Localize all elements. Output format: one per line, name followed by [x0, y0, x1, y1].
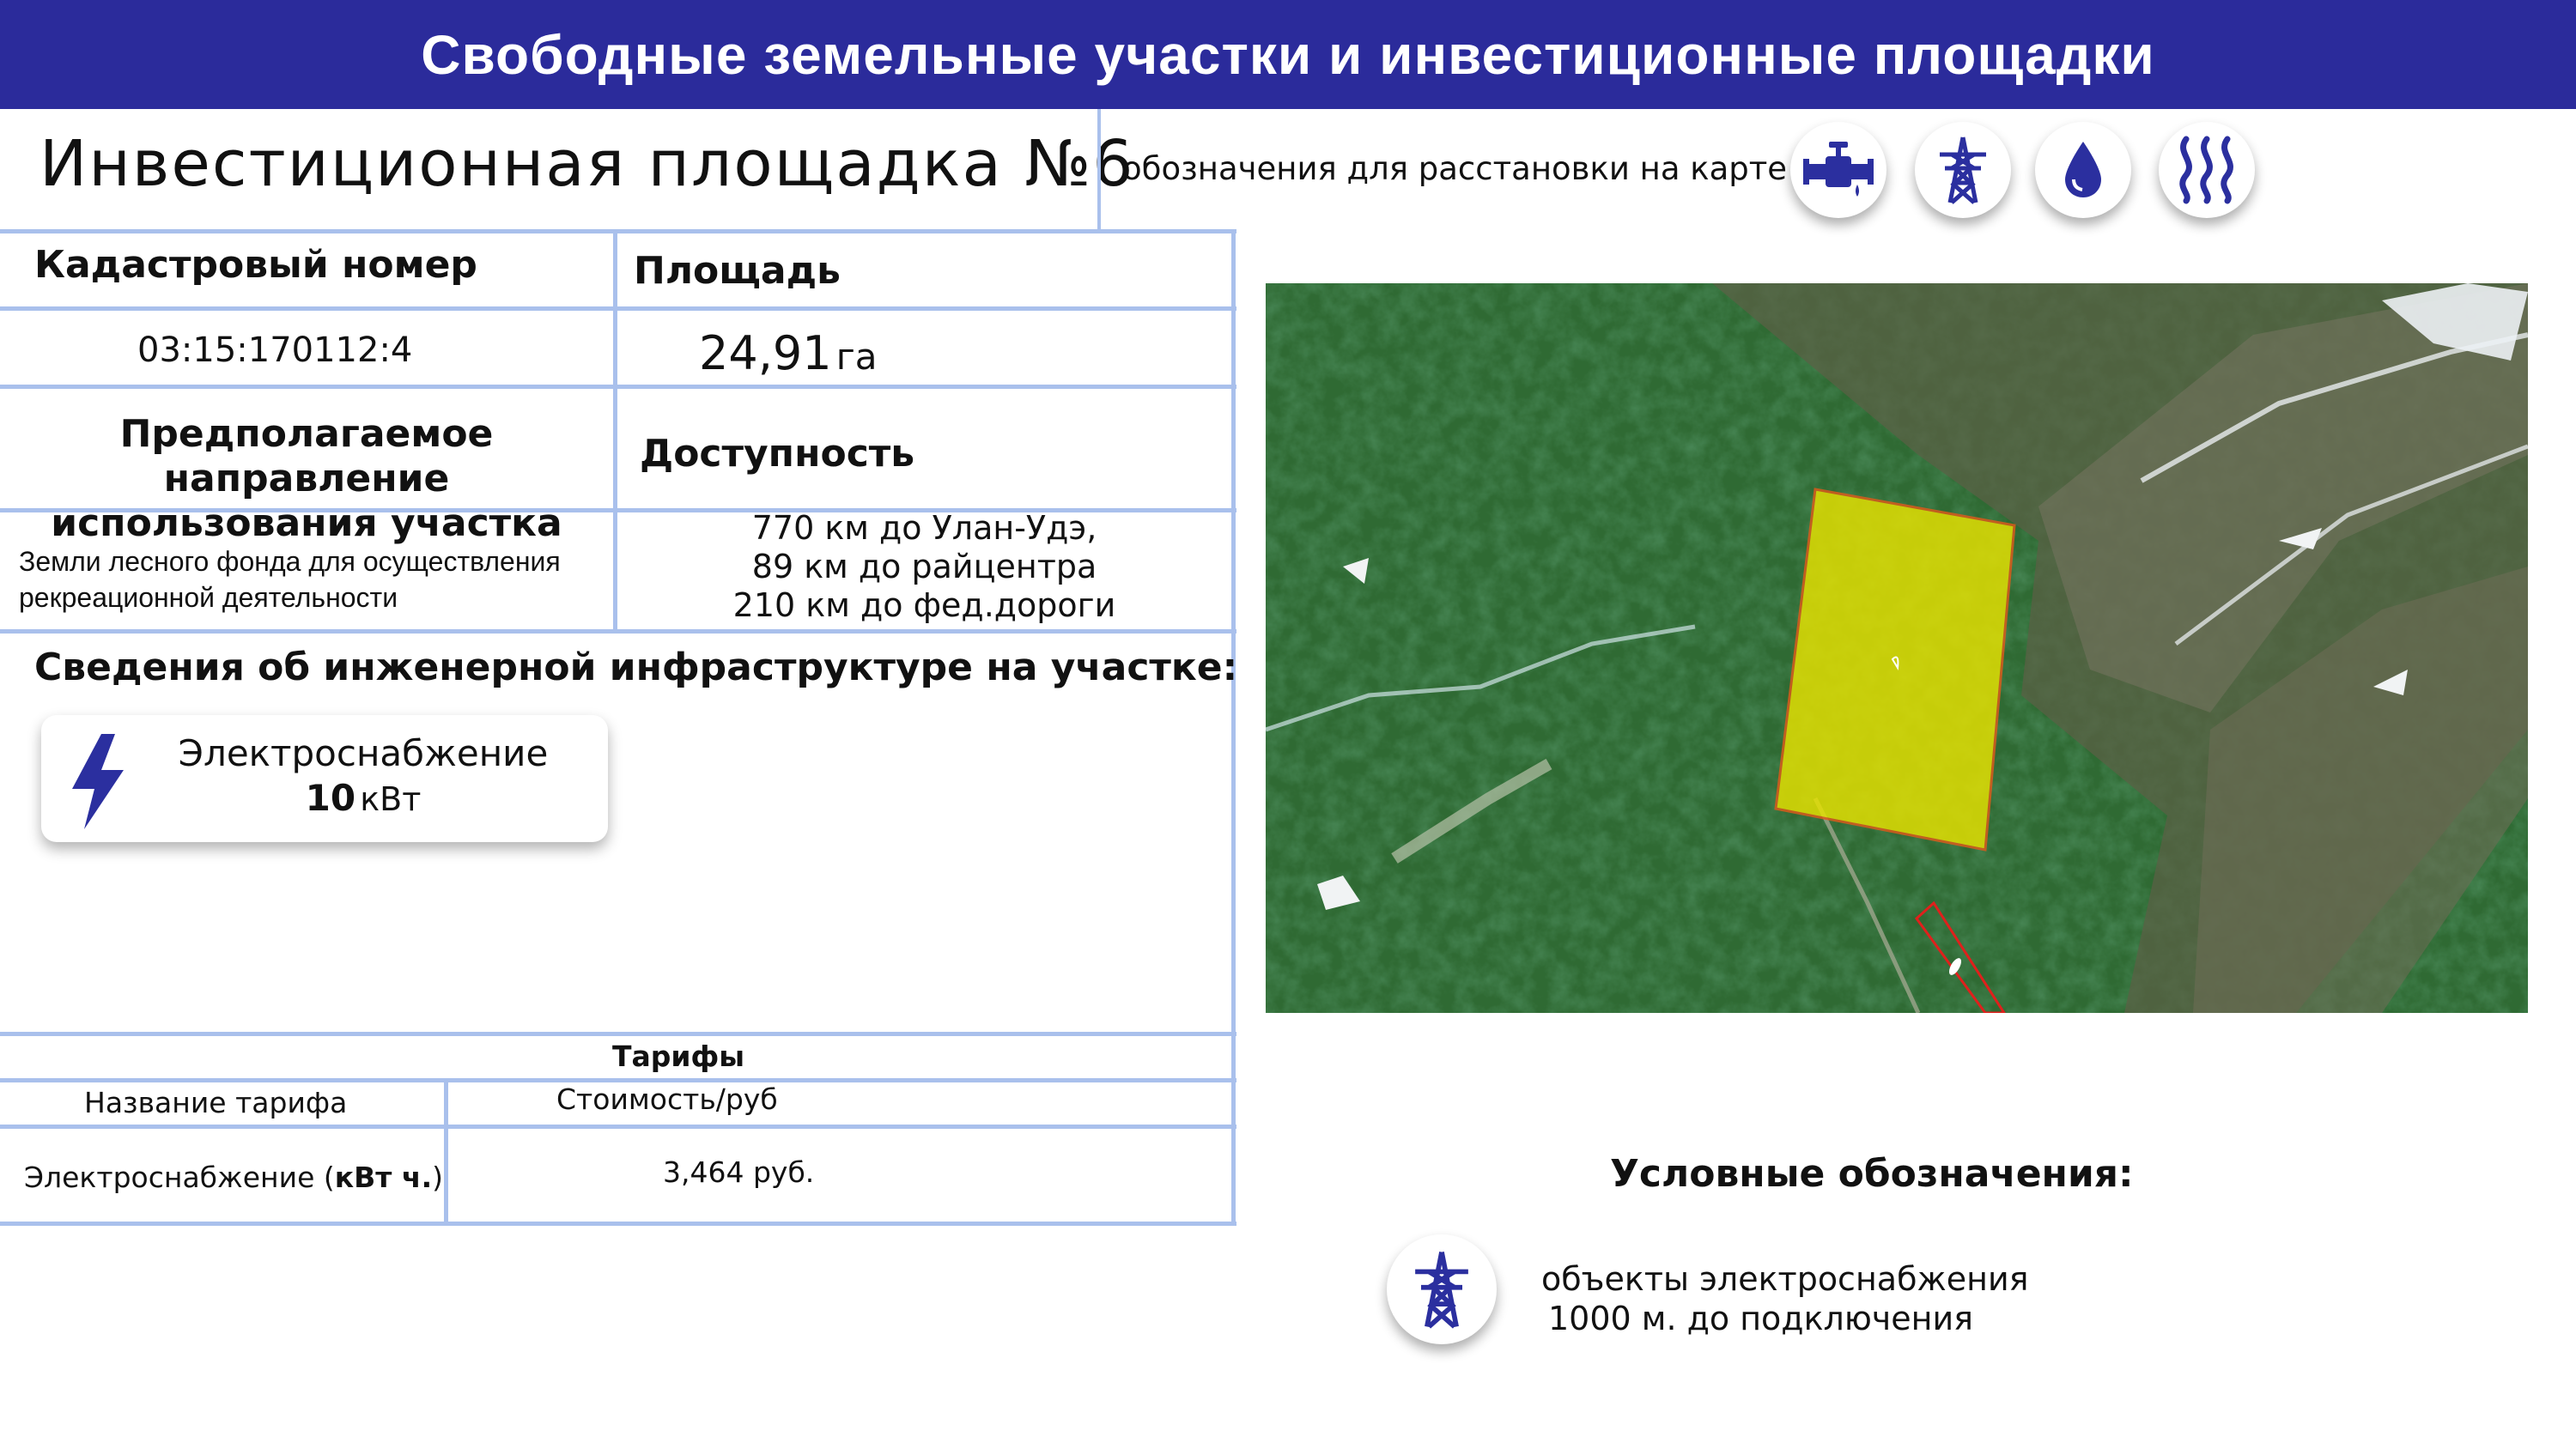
legend-item-line: объекты электроснабжения	[1541, 1260, 2029, 1298]
purpose-value-line: рекреационной деятельности	[19, 582, 398, 613]
banner-title: Свободные земельные участки и инвестицио…	[421, 23, 2155, 86]
area-unit: га	[835, 336, 878, 378]
infra-title: Сведения об инженерной инфраструктуре на…	[34, 646, 1238, 689]
site-title: Инвестиционная площадка №6	[39, 127, 1135, 201]
tariff-row-cost: 3,464 руб.	[663, 1155, 815, 1189]
purpose-value-line: Земли лесного фонда для осуществления	[19, 546, 561, 577]
water-pipe-icon[interactable]	[1790, 122, 1886, 218]
power-value-group: 10 кВт	[136, 777, 591, 819]
tariff-row-name: Электроснабжение (кВт ч.)	[24, 1161, 443, 1194]
power-unit: кВт	[360, 780, 422, 818]
table-line	[0, 229, 1236, 233]
access-line: 89 км до райцентра	[751, 548, 1097, 585]
purpose-label-line: Предполагаемое направление	[119, 412, 494, 500]
cadastral-label: Кадастровый номер	[34, 243, 477, 287]
tariff-line	[0, 1222, 1236, 1226]
tariff-col-name: Название тарифа	[84, 1086, 348, 1119]
power-label: Электроснабжение	[178, 732, 549, 774]
tariff-line	[0, 1032, 1236, 1036]
water-drop-icon[interactable]	[2035, 122, 2131, 218]
power-card: Электроснабжение 10 кВт	[41, 715, 608, 842]
area-value: 24,91	[699, 326, 832, 380]
tariff-row-name-end: )	[432, 1161, 443, 1194]
legend-item-text: объекты электроснабжения 1000 м. до подк…	[1541, 1259, 2029, 1338]
tariff-row-name-text: Электроснабжение (	[24, 1161, 335, 1194]
tariffs-title: Тарифы	[611, 1040, 745, 1073]
table-border-right	[1231, 229, 1236, 1225]
access-label: Доступность	[640, 432, 915, 476]
area-value-group: 24,91 га	[699, 326, 878, 380]
purpose-value: Земли лесного фонда для осуществления ре…	[19, 543, 561, 615]
access-line: 210 км до фед.дороги	[732, 586, 1116, 624]
land-plot-outline[interactable]	[1774, 488, 2016, 852]
table-line	[0, 385, 1236, 389]
cadastral-value: 03:15:170112:4	[137, 330, 413, 370]
area-label: Площадь	[634, 249, 841, 293]
access-values: 770 км до Улан-Удэ, 89 км до райцентра 2…	[617, 509, 1231, 625]
legend-item-line: 1000 м. до подключения	[1548, 1300, 1974, 1337]
power-value: 10	[305, 777, 356, 819]
tariff-divider	[444, 1078, 448, 1224]
table-line	[0, 629, 1236, 634]
title-divider	[1097, 109, 1101, 229]
power-tower-icon[interactable]	[1915, 122, 2011, 218]
legend-hint: обозначения для расстановки на карте	[1122, 150, 1788, 187]
lightning-icon	[72, 734, 124, 829]
satellite-map[interactable]	[1266, 283, 2528, 1013]
purpose-label: Предполагаемое направление использования…	[0, 412, 613, 546]
power-object-legend-icon	[1387, 1234, 1497, 1344]
table-line	[0, 306, 1236, 311]
access-line: 770 км до Улан-Удэ,	[751, 509, 1097, 547]
purpose-label-line: использования участка	[51, 501, 562, 545]
heat-icon[interactable]	[2159, 122, 2255, 218]
tariff-line	[0, 1125, 1236, 1129]
tariff-col-cost: Стоимость/руб	[556, 1082, 778, 1116]
legend-title: Условные обозначения:	[1610, 1152, 2134, 1196]
page-banner: Свободные земельные участки и инвестицио…	[0, 0, 2576, 109]
tariff-row-unit: кВт ч.	[334, 1161, 433, 1194]
